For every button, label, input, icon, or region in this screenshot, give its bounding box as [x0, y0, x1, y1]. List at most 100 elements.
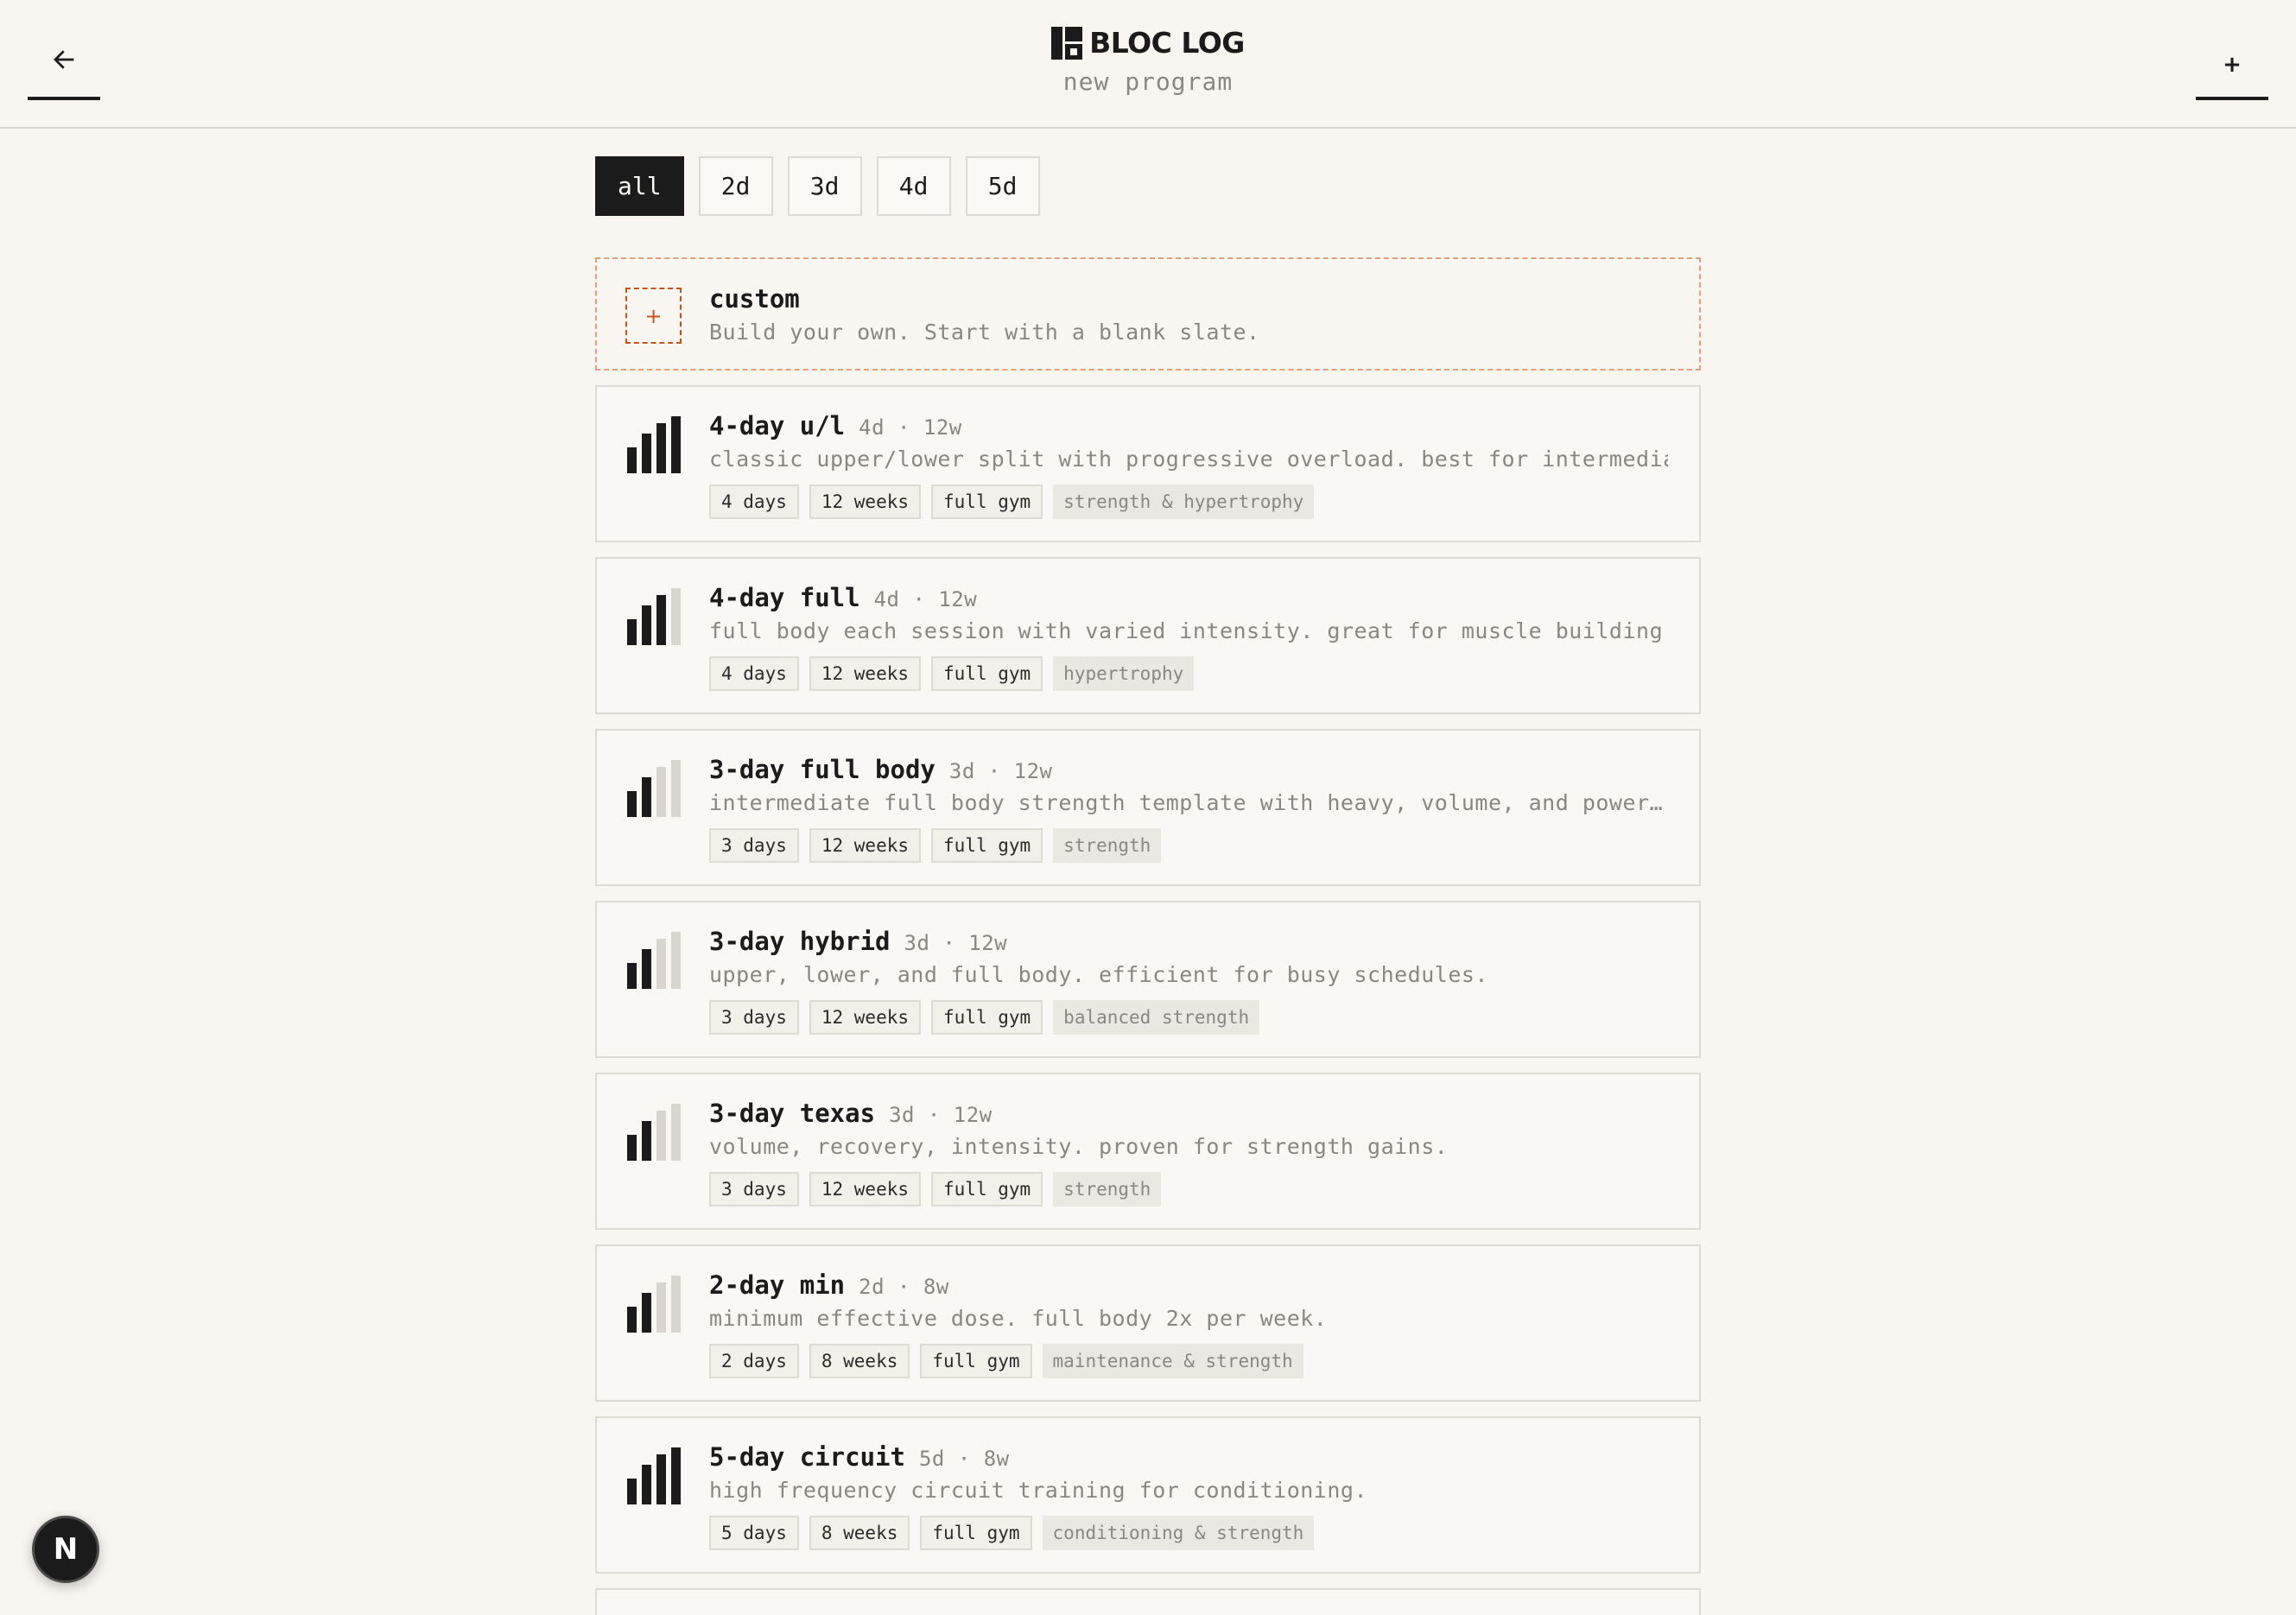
- program-tags: 3 days 12 weeks full gym balanced strength: [709, 1000, 1260, 1035]
- program-card[interactable]: 4-day full 4d · 12w full body each session…: [595, 557, 1701, 714]
- program-card[interactable]: 4-day u/l 4d · 12w classic upper/lower spl…: [595, 385, 1701, 542]
- brand-title: BLOC LOG: [1089, 26, 1245, 60]
- program-description: minimum effective dose. full body 2x per…: [709, 1306, 1328, 1331]
- intensity-bar: [671, 416, 681, 473]
- program-description: volume, recovery, intensity. proven for …: [709, 1134, 1449, 1159]
- intensity-bar: [642, 1465, 651, 1504]
- tag: 3 days: [709, 1000, 799, 1035]
- intensity-bar: [627, 447, 637, 473]
- intensity-bar: [656, 1282, 666, 1333]
- plus-icon: +: [2223, 52, 2242, 78]
- tag: 5 days: [709, 1516, 799, 1550]
- intensity-bar: [627, 1135, 637, 1161]
- day-filter-bar: all 2d 3d 4d 5d: [595, 156, 1040, 216]
- tag: 12 weeks: [809, 656, 922, 691]
- tag: 8 weeks: [809, 1516, 910, 1550]
- goal-tag: hypertrophy: [1053, 656, 1195, 691]
- program-meta: 2d · 8w: [859, 1275, 949, 1299]
- intensity-bars-icon: [627, 1276, 682, 1333]
- intensity-bars-icon: [627, 416, 682, 473]
- tag: 3 days: [709, 828, 799, 863]
- goal-tag: maintenance & strength: [1042, 1344, 1303, 1378]
- goal-tag: strength & hypertrophy: [1053, 484, 1315, 519]
- filter-3d[interactable]: 3d: [787, 156, 862, 216]
- custom-description: Build your own. Start with a blank slate…: [709, 320, 1260, 345]
- filter-all[interactable]: all: [595, 156, 684, 216]
- intensity-bar: [671, 932, 681, 989]
- intensity-bar: [642, 949, 651, 989]
- filter-5d[interactable]: 5d: [965, 156, 1040, 216]
- logo-icon: [1051, 26, 1083, 60]
- tag: full gym: [920, 1516, 1032, 1550]
- filter-2d[interactable]: 2d: [698, 156, 773, 216]
- tag: full gym: [931, 484, 1043, 519]
- intensity-bar: [656, 939, 666, 989]
- tag: full gym: [931, 1172, 1043, 1206]
- program-meta: 5d · 8w: [918, 1447, 1010, 1471]
- program-meta: 4d · 12w: [873, 587, 978, 611]
- intensity-bar: [627, 791, 637, 817]
- intensity-bar: [627, 1479, 637, 1504]
- dev-tools-badge[interactable]: N: [32, 1516, 99, 1583]
- program-name: 3-day texas: [709, 1099, 876, 1128]
- program-card[interactable]: [595, 1588, 1701, 1615]
- program-tags: 4 days 12 weeks full gym strength & hypertr…: [709, 484, 1315, 519]
- program-name: 4-day full: [709, 583, 860, 612]
- intensity-bar: [642, 605, 651, 645]
- tag: full gym: [931, 1000, 1043, 1035]
- intensity-bars-icon: [627, 588, 682, 645]
- program-card[interactable]: 2-day min 2d · 8w minimum effective dose. …: [595, 1244, 1701, 1402]
- custom-program-card[interactable]: + custom Build your own. Start with a bl…: [595, 257, 1701, 370]
- program-heading: 2-day min 2d · 8w: [709, 1270, 949, 1300]
- tag: 12 weeks: [809, 828, 922, 863]
- add-button[interactable]: +: [2196, 35, 2268, 100]
- intensity-bar: [656, 1454, 666, 1504]
- program-description: upper, lower, and full body. efficient f…: [709, 962, 1488, 987]
- intensity-bar: [627, 619, 637, 645]
- program-tags: 3 days 12 weeks full gym strength: [709, 828, 1162, 863]
- intensity-bar: [656, 423, 666, 473]
- tag: 4 days: [709, 656, 799, 691]
- goal-tag: balanced strength: [1053, 1000, 1260, 1035]
- tag: 4 days: [709, 484, 799, 519]
- tag: full gym: [920, 1344, 1032, 1378]
- brand: BLOC LOG: [0, 26, 2296, 60]
- page-subtitle: new program: [1062, 67, 1234, 96]
- program-card[interactable]: 3-day texas 3d · 12w volume, recovery, int…: [595, 1073, 1701, 1230]
- program-name: 2-day min: [709, 1270, 846, 1300]
- program-name: 5-day circuit: [709, 1442, 905, 1472]
- intensity-bar: [671, 1276, 681, 1333]
- program-card[interactable]: 5-day circuit 5d · 8w high frequency circu…: [595, 1416, 1701, 1574]
- intensity-bars-icon: [627, 1104, 682, 1161]
- plus-icon: +: [625, 288, 682, 344]
- program-meta: 3d · 12w: [904, 931, 1008, 955]
- tag: 12 weeks: [809, 1172, 922, 1206]
- goal-tag: strength: [1053, 828, 1162, 863]
- intensity-bar: [671, 588, 681, 645]
- program-heading: 4-day full 4d · 12w: [709, 583, 977, 612]
- program-meta: 4d · 12w: [859, 415, 962, 440]
- intensity-bar: [671, 760, 681, 817]
- program-description: intermediate full body strength template…: [709, 790, 1664, 815]
- program-card[interactable]: 3-day hybrid 3d · 12w upper, lower, and fu…: [595, 901, 1701, 1058]
- intensity-bar: [671, 1447, 681, 1504]
- intensity-bar: [656, 595, 666, 645]
- tag: full gym: [931, 828, 1043, 863]
- program-heading: 3-day full body 3d · 12w: [709, 755, 1053, 784]
- tag: 12 weeks: [809, 1000, 922, 1035]
- program-heading: 5-day circuit 5d · 8w: [709, 1442, 1010, 1472]
- program-tags: 3 days 12 weeks full gym strength: [709, 1172, 1162, 1206]
- tag: 8 weeks: [809, 1344, 910, 1378]
- program-tags: 2 days 8 weeks full gym maintenance & stren…: [709, 1344, 1303, 1378]
- program-tags: 4 days 12 weeks full gym hypertrophy: [709, 656, 1195, 691]
- filter-4d[interactable]: 4d: [876, 156, 951, 216]
- program-card[interactable]: 3-day full body 3d · 12w intermediate full…: [595, 729, 1701, 886]
- intensity-bars-icon: [627, 1447, 682, 1504]
- intensity-bar: [642, 434, 651, 473]
- program-list: + custom Build your own. Start with a bl…: [595, 257, 1701, 1615]
- intensity-bar: [627, 1307, 637, 1333]
- app-header: BLOC LOG new program +: [0, 0, 2296, 129]
- program-tags: 5 days 8 weeks full gym conditioning & stre…: [709, 1516, 1315, 1550]
- program-meta: 3d · 12w: [948, 759, 1053, 783]
- goal-tag: conditioning & strength: [1042, 1516, 1315, 1550]
